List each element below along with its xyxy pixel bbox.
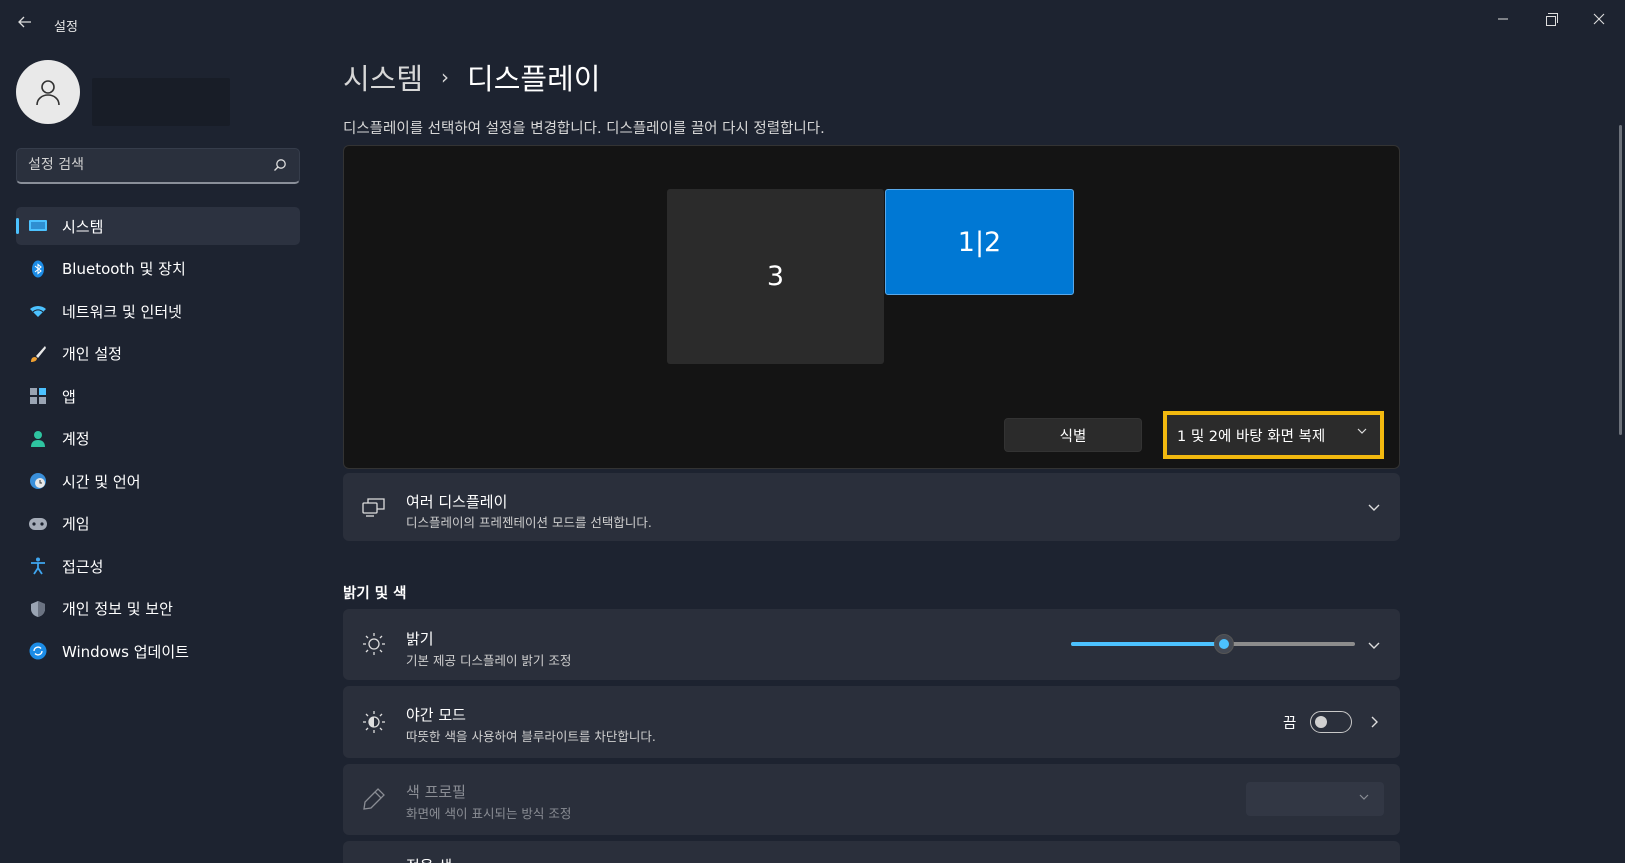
account-icon xyxy=(28,429,48,449)
sidebar-item-label: 개인 설정 xyxy=(62,345,122,363)
identify-button[interactable]: 식별 xyxy=(1004,418,1142,452)
update-icon xyxy=(28,641,48,661)
monitor-3[interactable]: 3 xyxy=(667,189,884,364)
page-description: 디스플레이를 선택하여 설정을 변경합니다. 디스플레이를 끌어 다시 정렬합니… xyxy=(343,121,825,137)
adaptive-color-card[interactable]: 적응 색 xyxy=(343,841,1400,863)
chevron-down-icon[interactable] xyxy=(1366,637,1382,653)
slider-fill xyxy=(1071,642,1224,646)
card-title: 야간 모드 xyxy=(406,706,466,724)
sidebar-item-bluetooth[interactable]: Bluetooth 및 장치 xyxy=(16,250,300,288)
sidebar-item-label: 개인 정보 및 보안 xyxy=(62,600,173,618)
toggle-state-label: 끔 xyxy=(1283,716,1297,732)
accessibility-icon xyxy=(28,556,48,576)
eyedropper-icon xyxy=(361,786,387,812)
brightness-card[interactable]: 밝기 기본 제공 디스플레이 밝기 조정 xyxy=(343,609,1400,680)
card-subtitle: 기본 제공 디스플레이 밝기 조정 xyxy=(406,653,572,668)
monitor-label: 3 xyxy=(766,261,785,292)
sidebar-item-privacy[interactable]: 개인 정보 및 보안 xyxy=(16,590,300,628)
multiple-displays-icon xyxy=(361,494,387,520)
sidebar-item-label: Windows 업데이트 xyxy=(62,642,189,661)
section-heading-brightness-color: 밝기 및 색 xyxy=(343,586,407,602)
sidebar-item-apps[interactable]: 앱 xyxy=(16,377,300,415)
breadcrumb: 시스템 › 디스플레이 xyxy=(343,56,600,98)
chevron-down-icon xyxy=(1358,791,1370,806)
shield-icon xyxy=(28,599,48,619)
sidebar-item-label: 계정 xyxy=(62,430,90,448)
monitor-label: 1|2 xyxy=(957,226,1002,258)
back-arrow-icon[interactable] xyxy=(14,14,36,36)
sidebar-item-label: Bluetooth 및 장치 xyxy=(62,260,186,278)
sidebar-item-windows-update[interactable]: Windows 업데이트 xyxy=(16,632,300,670)
chevron-down-icon[interactable] xyxy=(1366,499,1382,515)
display-mode-dropdown[interactable]: 1 및 2에 바탕 화면 복제 xyxy=(1163,411,1384,459)
sidebar-item-network[interactable]: 네트워크 및 인터넷 xyxy=(16,292,300,330)
bluetooth-icon xyxy=(28,259,48,279)
color-profile-dropdown xyxy=(1246,782,1384,816)
card-title: 적응 색 xyxy=(406,855,452,863)
minimize-icon[interactable] xyxy=(1480,6,1526,36)
display-mode-value: 1 및 2에 바탕 화면 복제 xyxy=(1177,428,1326,445)
card-subtitle: 디스플레이의 프레젠테이션 모드를 선택합니다. xyxy=(406,515,652,530)
night-mode-toggle[interactable] xyxy=(1310,711,1352,733)
brightness-slider[interactable] xyxy=(1071,634,1355,654)
sidebar-item-system[interactable]: 시스템 xyxy=(16,207,300,245)
multiple-displays-card[interactable]: 여러 디스플레이 디스플레이의 프레젠테이션 모드를 선택합니다. xyxy=(343,473,1400,541)
system-monitor-icon xyxy=(28,216,48,236)
sidebar-nav: 시스템 Bluetooth 및 장치 네트워크 및 인터넷 개인 설정 앱 계정 xyxy=(16,207,300,675)
card-subtitle: 따뜻한 색을 사용하여 블루라이트를 차단합니다. xyxy=(406,729,656,744)
breadcrumb-parent[interactable]: 시스템 xyxy=(343,56,423,98)
display-arrangement-panel: 3 1|2 식별 1 및 2에 바탕 화면 복제 xyxy=(343,145,1400,469)
card-subtitle: 화면에 색이 표시되는 방식 조정 xyxy=(406,806,572,821)
sidebar-item-time-language[interactable]: 시간 및 언어 xyxy=(16,462,300,500)
sidebar-item-accessibility[interactable]: 접근성 xyxy=(16,547,300,585)
sidebar-item-gaming[interactable]: 게임 xyxy=(16,505,300,543)
user-icon xyxy=(36,80,60,106)
night-mode-card[interactable]: 야간 모드 따뜻한 색을 사용하여 블루라이트를 차단합니다. 끔 xyxy=(343,686,1400,758)
sun-icon xyxy=(361,631,387,657)
wifi-icon xyxy=(28,301,48,321)
sidebar-item-label: 접근성 xyxy=(62,557,104,576)
page-title: 디스플레이 xyxy=(467,62,601,96)
gamepad-icon xyxy=(28,514,48,534)
scrollbar[interactable] xyxy=(1619,125,1622,435)
sidebar-item-label: 네트워크 및 인터넷 xyxy=(62,302,182,321)
app-title: 설정 xyxy=(54,20,78,35)
sidebar-item-accounts[interactable]: 계정 xyxy=(16,420,300,458)
search-input[interactable] xyxy=(28,157,258,173)
card-title: 밝기 xyxy=(406,630,434,648)
chevron-right-icon[interactable] xyxy=(1366,714,1382,730)
sidebar-item-label: 앱 xyxy=(62,387,76,406)
user-name-redacted xyxy=(92,78,230,126)
time-language-icon xyxy=(28,471,48,491)
breadcrumb-separator: › xyxy=(441,65,450,89)
identify-label: 식별 xyxy=(1059,428,1087,445)
apps-icon xyxy=(28,386,48,406)
settings-search[interactable] xyxy=(16,148,300,184)
chevron-down-icon xyxy=(1356,425,1368,440)
sidebar-item-label: 게임 xyxy=(62,515,90,533)
toggle-knob xyxy=(1315,716,1327,728)
card-title: 여러 디스플레이 xyxy=(406,493,508,511)
sidebar-item-label: 시간 및 언어 xyxy=(62,472,141,491)
slider-thumb[interactable] xyxy=(1214,634,1234,654)
night-light-icon xyxy=(361,709,387,735)
search-icon[interactable] xyxy=(273,158,287,172)
title-bar: 설정 xyxy=(0,0,1625,50)
restore-icon[interactable] xyxy=(1528,6,1574,36)
monitor-1-2[interactable]: 1|2 xyxy=(885,189,1074,295)
brush-icon xyxy=(28,344,48,364)
card-title: 색 프로필 xyxy=(406,783,466,801)
close-icon[interactable] xyxy=(1576,6,1622,36)
sidebar-item-label: 시스템 xyxy=(62,217,104,236)
sidebar-item-personalization[interactable]: 개인 설정 xyxy=(16,335,300,373)
avatar[interactable] xyxy=(16,60,80,124)
color-profile-card: 색 프로필 화면에 색이 표시되는 방식 조정 xyxy=(343,764,1400,835)
